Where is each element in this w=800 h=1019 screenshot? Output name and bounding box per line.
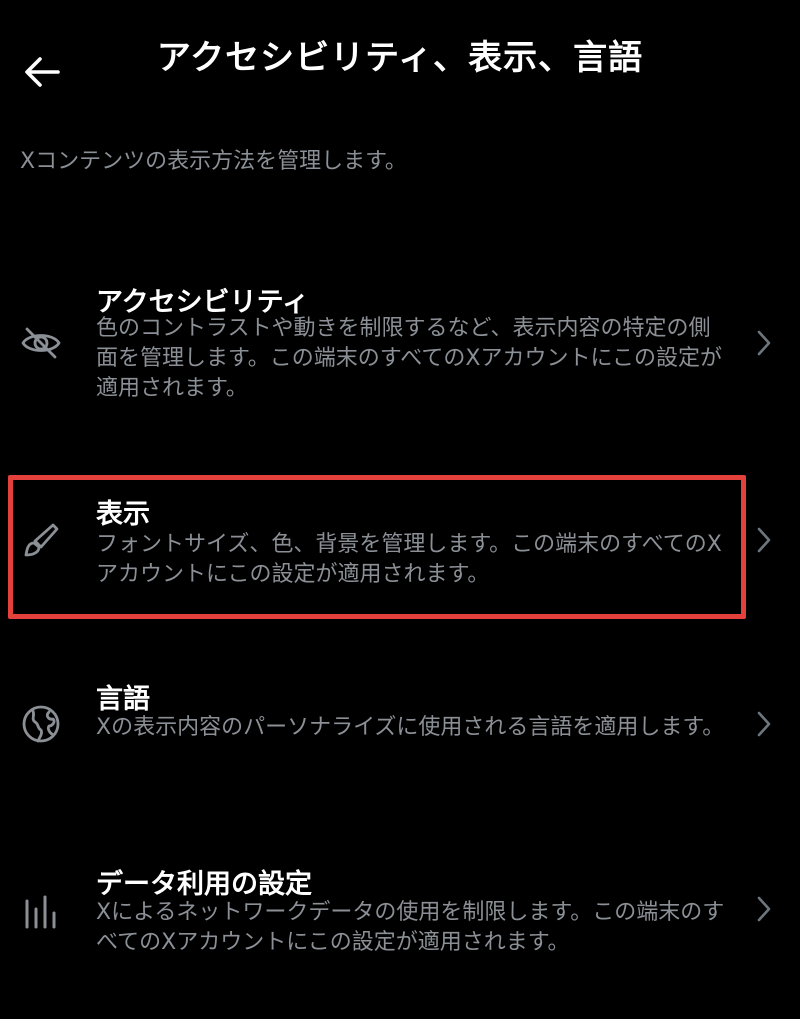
item-title: 表示 — [96, 499, 150, 530]
globe-icon — [18, 701, 64, 747]
item-description: フォントサイズ、色、背景を管理します。この端末のすべてのXアカウントにこの設定が… — [96, 532, 722, 587]
brush-icon — [18, 518, 64, 564]
page-description: Xコンテンツの表示方法を管理します。 — [20, 149, 407, 174]
item-description: Xの表示内容のパーソナライズに使用される言語を適用します。 — [96, 715, 725, 740]
settings-item-data-usage[interactable]: データ利用の設定 Xによるネットワークデータの使用を制限します。この端末のすべて… — [0, 860, 800, 970]
chevron-right-icon — [750, 326, 778, 360]
item-description: 色のコントラストや動きを制限するなど、表示内容の特定の側面を管理します。この端末… — [96, 316, 723, 401]
item-title: 言語 — [96, 684, 150, 715]
eye-slash-icon — [18, 320, 64, 366]
bar-chart-icon — [18, 888, 64, 934]
header: アクセシビリティ、表示、言語 — [0, 0, 800, 120]
chevron-right-icon — [750, 707, 778, 741]
item-description: Xによるネットワークデータの使用を制限します。この端末のすべてのXアカウントにこ… — [96, 900, 725, 955]
settings-item-language[interactable]: 言語 Xの表示内容のパーソナライズに使用される言語を適用します。 — [0, 675, 800, 785]
settings-item-accessibility[interactable]: アクセシビリティ 色のコントラストや動きを制限するなど、表示内容の特定の側面を管… — [0, 272, 800, 412]
page-title: アクセシビリティ、表示、言語 — [156, 38, 644, 78]
chevron-right-icon — [750, 892, 778, 926]
item-title: データ利用の設定 — [96, 869, 312, 900]
arrow-left-icon — [25, 57, 60, 87]
settings-item-display[interactable]: 表示 フォントサイズ、色、背景を管理します。この端末のすべてのXアカウントにこの… — [0, 490, 800, 600]
back-button[interactable] — [18, 50, 66, 94]
chevron-right-icon — [750, 523, 778, 557]
